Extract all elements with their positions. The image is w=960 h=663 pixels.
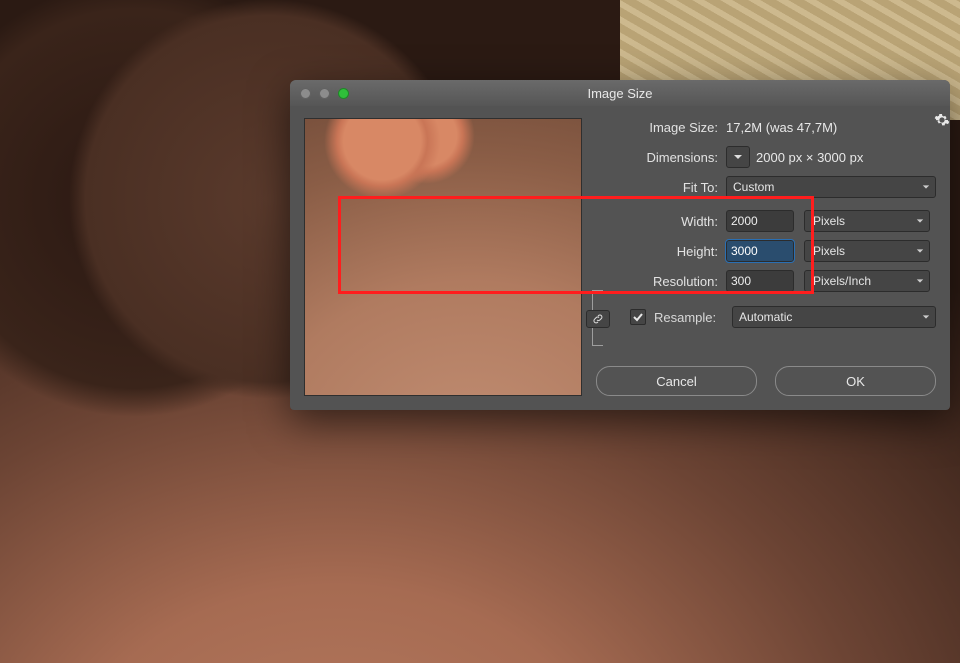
height-field[interactable]: 3000 — [726, 240, 794, 262]
resolution-field[interactable]: 300 — [726, 270, 794, 292]
fit-to-value: Custom — [733, 180, 774, 194]
dimensions-label: Dimensions: — [596, 150, 726, 165]
height-label: Height: — [596, 244, 726, 259]
image-size-dialog: Image Size Image Size: 17,2M (was 47,7M)… — [290, 80, 950, 410]
image-size-value: 17,2M (was 47,7M) — [726, 120, 837, 135]
width-unit-select[interactable]: Pixels — [804, 210, 930, 232]
dialog-title: Image Size — [290, 86, 950, 101]
resolution-label: Resolution: — [596, 274, 726, 289]
chevron-down-icon — [916, 214, 924, 228]
fit-to-select[interactable]: Custom — [726, 176, 936, 198]
chevron-down-icon — [922, 180, 930, 194]
resample-label: Resample: — [654, 310, 732, 325]
resolution-unit-select[interactable]: Pixels/Inch — [804, 270, 930, 292]
gear-icon[interactable] — [934, 112, 950, 131]
dimensions-value: 2000 px × 3000 px — [756, 150, 863, 165]
chevron-down-icon — [922, 310, 930, 324]
resample-checkbox[interactable] — [630, 309, 646, 325]
width-label: Width: — [596, 214, 726, 229]
link-icon — [586, 310, 610, 328]
fit-to-label: Fit To: — [596, 180, 726, 195]
height-unit-select[interactable]: Pixels — [804, 240, 930, 262]
resample-method-select[interactable]: Automatic — [732, 306, 936, 328]
chevron-down-icon — [916, 244, 924, 258]
ok-button[interactable]: OK — [775, 366, 936, 396]
width-field[interactable]: 2000 — [726, 210, 794, 232]
dimensions-unit-toggle[interactable] — [726, 146, 750, 168]
cancel-button[interactable]: Cancel — [596, 366, 757, 396]
image-preview[interactable] — [304, 118, 582, 396]
image-size-label: Image Size: — [596, 120, 726, 135]
constrain-proportions-toggle[interactable] — [592, 290, 622, 346]
chevron-down-icon — [916, 274, 924, 288]
dialog-titlebar[interactable]: Image Size — [290, 80, 950, 106]
